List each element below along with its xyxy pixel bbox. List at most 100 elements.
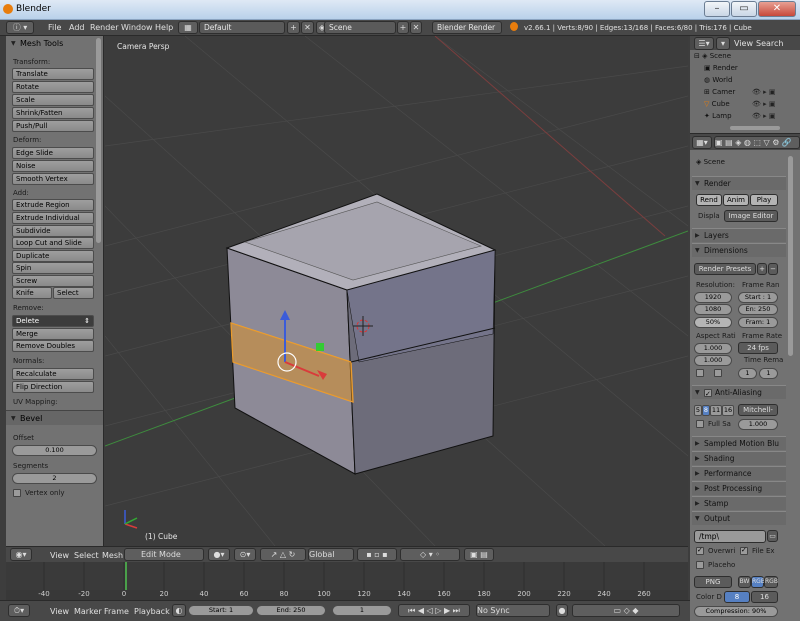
crop-checkbox[interactable] — [714, 369, 722, 377]
loop-cut-slide-button[interactable]: Loop Cut and Slide — [12, 237, 94, 249]
viewport-scene[interactable] — [105, 36, 688, 546]
pivot-icon[interactable]: ⊙▾ — [234, 548, 256, 561]
playback-controls[interactable]: ⏮ ◀ ◁ ▷ ▶ ⏭ — [398, 604, 470, 617]
translate-button[interactable]: Translate — [12, 68, 94, 80]
resolution-y-field[interactable]: 1080 — [694, 304, 732, 315]
subdivide-button[interactable]: Subdivide — [12, 225, 94, 237]
display-mode-icon[interactable]: ▾ — [716, 37, 730, 50]
depth-8-button[interactable]: 8 — [724, 591, 750, 603]
time-remap-old-field[interactable]: 1 — [738, 368, 757, 379]
screw-button[interactable]: Screw — [12, 275, 94, 287]
menu-select[interactable]: Select — [74, 551, 99, 560]
editor-type-icon[interactable]: ⏱▾ — [8, 604, 30, 617]
outliner-item-world[interactable]: ◍ World — [704, 76, 732, 84]
scale-button[interactable]: Scale — [12, 94, 94, 106]
border-checkbox[interactable] — [696, 369, 704, 377]
render-preview-icons[interactable]: ▣ ▤ — [464, 548, 494, 561]
offset-field[interactable]: 0.100 — [12, 445, 97, 456]
mode-select[interactable]: Edit Mode — [124, 548, 204, 561]
keying-set-icons[interactable]: ▭ ◇ ◆ — [572, 604, 680, 617]
preset-remove-button[interactable]: − — [768, 263, 778, 275]
segments-field[interactable]: 2 — [12, 473, 97, 484]
file-format-select[interactable]: PNG — [694, 576, 732, 588]
aa-samples-11[interactable]: 11 — [710, 405, 722, 416]
menu-search[interactable]: Search — [756, 39, 783, 48]
extrude-region-button[interactable]: Extrude Region — [12, 199, 94, 211]
record-icon[interactable]: ● — [556, 604, 568, 617]
menu-view[interactable]: View — [50, 551, 69, 560]
manipulator-icons[interactable]: ↗ △ ↻ — [260, 548, 306, 561]
menu-add[interactable]: Add — [69, 23, 85, 32]
preview-range-icon[interactable]: ◐ — [172, 604, 186, 617]
menu-mesh[interactable]: Mesh — [102, 551, 123, 560]
sampled-motion-blur-panel[interactable]: ▶ Sampled Motion Blu — [692, 436, 786, 450]
performance-panel[interactable]: ▶ Performance — [692, 466, 786, 480]
current-frame-field[interactable]: 1 — [332, 605, 392, 616]
delete-menu[interactable]: Delete ⇕ — [12, 315, 94, 327]
render-animation-button[interactable]: Anim — [723, 194, 749, 206]
minimize-button[interactable]: – — [704, 1, 730, 17]
placeholders-checkbox[interactable] — [696, 561, 704, 569]
orientation-select[interactable]: Global — [308, 548, 354, 561]
start-frame-field[interactable]: Start: 1 — [188, 605, 254, 616]
close-button[interactable]: ✕ — [758, 1, 796, 17]
collapse-triangle-icon[interactable]: ▼ — [11, 40, 16, 47]
render-panel[interactable]: ▼ Render — [692, 176, 786, 190]
render-presets-select[interactable]: Render Presets — [694, 263, 756, 275]
tool-shelf-scrollbar[interactable] — [96, 38, 101, 243]
render-image-button[interactable]: Rend — [696, 194, 722, 206]
merge-button[interactable]: Merge — [12, 328, 94, 340]
flip-direction-button[interactable]: Flip Direction — [12, 381, 94, 393]
menu-help[interactable]: Help — [155, 23, 173, 32]
bw-button[interactable]: BW — [738, 576, 751, 588]
vertex-only-checkbox[interactable] — [13, 489, 21, 497]
visibility-icons[interactable]: 👁 ▸ ▣ — [752, 88, 775, 96]
frame-rate-select[interactable]: 24 fps — [738, 342, 778, 354]
menu-playback[interactable]: Playback — [134, 607, 170, 616]
layout-select[interactable]: Default — [199, 21, 285, 34]
outliner-item-scene[interactable]: ⊟ ◈ Scene — [694, 52, 731, 60]
full-sample-checkbox[interactable] — [696, 420, 704, 428]
smooth-vertex-button[interactable]: Smooth Vertex — [12, 173, 94, 185]
rgb-button[interactable]: RGB — [751, 576, 765, 588]
stamp-panel[interactable]: ▶ Stamp — [692, 496, 786, 510]
3d-viewport[interactable]: Camera Persp (1) Cube — [105, 36, 688, 546]
layers-panel[interactable]: ▶ Layers — [692, 228, 786, 242]
visibility-icons[interactable]: 👁 ▸ ▣ — [752, 100, 775, 108]
knife-button[interactable]: Knife — [12, 287, 52, 299]
render-engine-select[interactable]: Blender Render — [432, 21, 502, 34]
bevel-panel-header[interactable]: ▼ Bevel — [6, 410, 103, 425]
select-mode-icons[interactable]: ▪ ▫ ▪ — [357, 548, 397, 561]
snap-icons[interactable]: ◇ ▾ ◦ — [400, 548, 460, 561]
aa-samples-8[interactable]: 8 — [702, 405, 710, 416]
outliner-scrollbar[interactable] — [730, 126, 780, 130]
file-extensions-checkbox[interactable] — [740, 546, 748, 555]
end-frame-field[interactable]: En: 250 — [738, 304, 778, 315]
filter-size-field[interactable]: 1.000 — [738, 419, 778, 430]
extrude-individual-button[interactable]: Extrude Individual — [12, 212, 94, 224]
remove-doubles-button[interactable]: Remove Doubles — [12, 340, 94, 352]
outliner-item-render[interactable]: ▣ Render — [704, 64, 738, 72]
duplicate-button[interactable]: Duplicate — [12, 250, 94, 262]
layout-remove-button[interactable]: ✕ — [301, 21, 314, 34]
dimensions-panel[interactable]: ▼ Dimensions — [692, 243, 786, 257]
scene-add-button[interactable]: + — [397, 21, 409, 34]
outliner-item-camera[interactable]: ⊞ Camer — [704, 88, 735, 96]
antialiasing-panel[interactable]: ▼Anti-Aliasing — [692, 385, 786, 401]
visibility-icons[interactable]: 👁 ▸ ▣ — [752, 112, 775, 120]
aa-samples-16[interactable]: 16 — [722, 405, 734, 416]
shading-panel[interactable]: ▶ Shading — [692, 451, 786, 465]
scene-select[interactable]: Scene — [324, 21, 396, 34]
recalculate-button[interactable]: Recalculate — [12, 368, 94, 380]
editor-type-icon[interactable]: ☰▾ — [694, 37, 714, 50]
depth-16-button[interactable]: 16 — [751, 591, 778, 603]
properties-scrollbar[interactable] — [788, 156, 793, 356]
scene-remove-button[interactable]: ✕ — [410, 21, 422, 34]
menu-frame[interactable]: Frame — [104, 607, 129, 616]
menu-view[interactable]: View — [734, 39, 753, 48]
menu-file[interactable]: File — [48, 23, 61, 32]
display-select[interactable]: Image Editor — [724, 210, 778, 222]
start-frame-field[interactable]: Start : 1 — [738, 292, 778, 303]
editor-type-icon[interactable]: ◉▾ — [10, 548, 32, 561]
output-path-field[interactable]: /tmp\ — [694, 530, 766, 543]
